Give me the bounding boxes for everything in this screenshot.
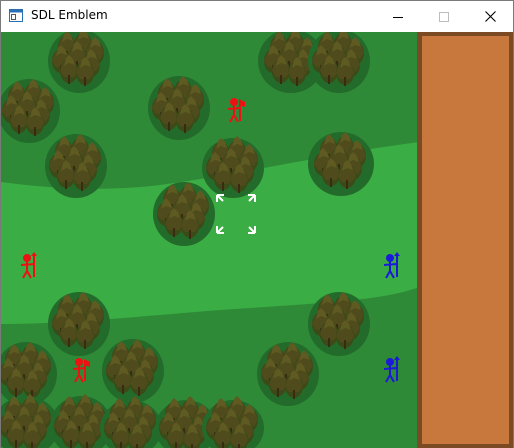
maximize-button[interactable]: [421, 1, 467, 32]
close-button[interactable]: [467, 1, 513, 32]
maximize-icon: [439, 11, 449, 22]
app-icon: [9, 9, 23, 22]
minimize-icon: [393, 16, 403, 18]
title-bar[interactable]: SDL Emblem: [1, 1, 513, 32]
dirt-road-fill: [422, 36, 509, 444]
minimize-button[interactable]: [375, 1, 421, 32]
game-window: SDL Emblem: [0, 0, 514, 448]
close-icon: [484, 11, 496, 22]
window-title: SDL Emblem: [31, 8, 108, 22]
game-map[interactable]: [1, 32, 513, 448]
game-viewport[interactable]: [1, 32, 513, 448]
